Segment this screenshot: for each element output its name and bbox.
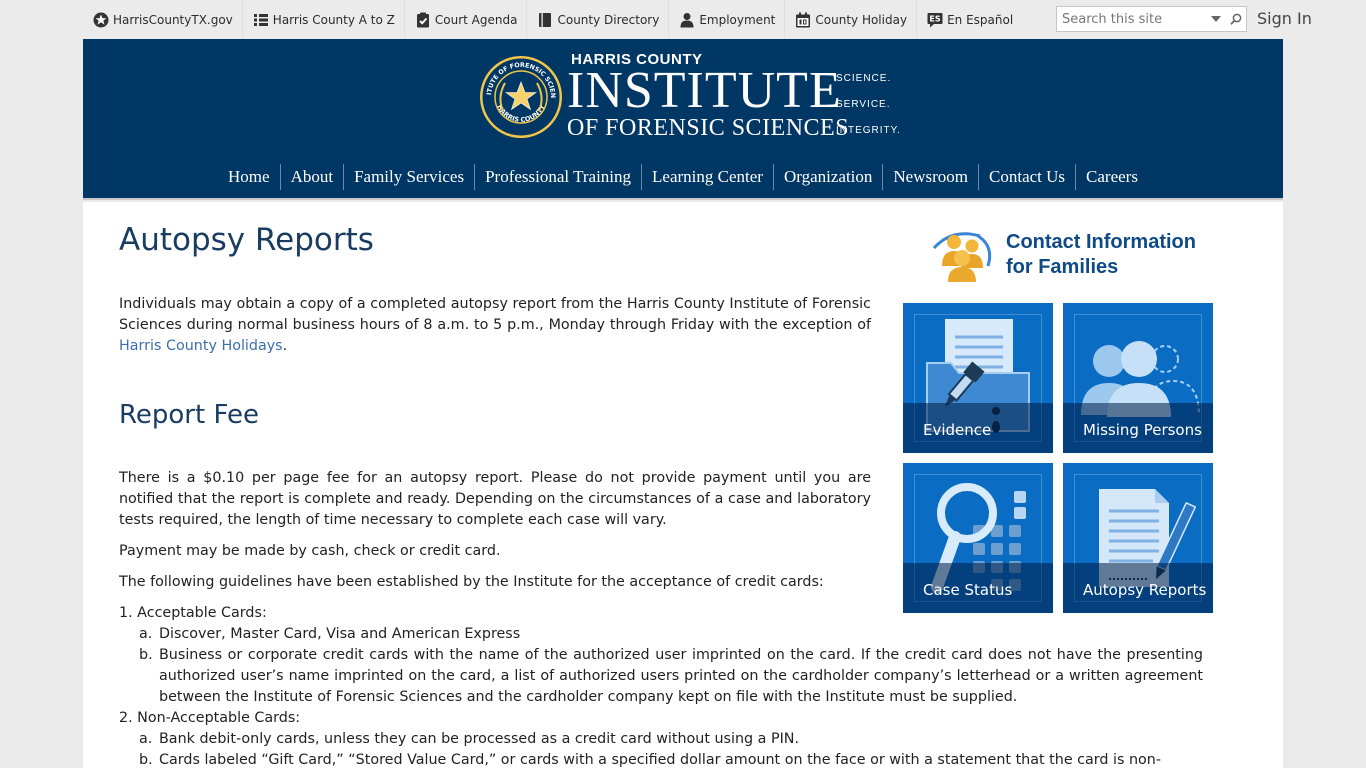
book-icon — [537, 12, 553, 28]
link-county-directory[interactable]: County Directory — [527, 0, 670, 39]
list-icon — [253, 12, 269, 28]
search-input[interactable] — [1057, 7, 1206, 31]
person-icon — [679, 12, 695, 28]
intro-text: Individuals may obtain a copy of a compl… — [119, 296, 871, 333]
site-header: INSTITUTE OF FORENSIC SCIENCES HARRIS CO… — [83, 39, 1283, 200]
guidelines-paragraph: The following guidelines have been estab… — [119, 574, 824, 590]
payment-paragraph: Payment may be made by cash, check or cr… — [119, 543, 501, 559]
nav-family-services[interactable]: Family Services — [343, 164, 474, 190]
brand-forensic-sciences: OF FORENSIC SCIENCES — [567, 115, 850, 141]
chevron-down-icon — [1211, 16, 1221, 22]
search-button[interactable] — [1226, 7, 1246, 31]
tile-autopsy-reports[interactable]: Autopsy Reports — [1063, 463, 1213, 613]
contact-title: Contact Information for Families — [1006, 230, 1196, 280]
link-label: Employment — [699, 12, 776, 27]
list-item: b. Business or corporate credit cards wi… — [119, 645, 1203, 708]
tagline-integrity: INTEGRITY. — [836, 125, 901, 136]
list-item: 2. Non-Acceptable Cards: — [119, 710, 301, 726]
link-en-espanol[interactable]: ES En Español — [917, 0, 1022, 39]
list-marker: b. — [139, 752, 153, 768]
intro-paragraph: Individuals may obtain a copy of a compl… — [119, 294, 871, 357]
link-county-holiday[interactable]: County Holiday — [785, 0, 918, 39]
list-item-text: Business or corporate credit cards with … — [159, 647, 1203, 705]
nav-newsroom[interactable]: Newsroom — [882, 164, 978, 190]
fee-paragraph: There is a $0.10 per page fee for an aut… — [119, 470, 871, 528]
svg-text:ES: ES — [929, 14, 940, 23]
list-item-text: Bank debit-only cards, unless they can b… — [159, 731, 800, 747]
page-content: Autopsy Reports Individuals may obtain a… — [83, 202, 1283, 768]
families-icon — [932, 232, 992, 282]
list-marker: a. — [139, 626, 153, 642]
nav-learning-center[interactable]: Learning Center — [641, 164, 773, 190]
tile-evidence[interactable]: Evidence — [903, 303, 1053, 453]
main-nav: Home About Family Services Professional … — [83, 164, 1283, 190]
page-title: Autopsy Reports — [119, 222, 374, 258]
link-employment[interactable]: Employment — [669, 0, 786, 39]
list-item: a. Discover, Master Card, Visa and Ameri… — [119, 624, 1203, 645]
intro-end: . — [282, 338, 288, 354]
tile-label: Case Status — [923, 581, 1013, 599]
tile-label: Evidence — [923, 421, 992, 439]
tagline-science: SCIENCE. — [836, 73, 892, 84]
star-badge-icon — [93, 12, 109, 28]
sign-in-link[interactable]: Sign In — [1257, 9, 1312, 28]
list-item-text: Cards labeled “Gift Card,” “Stored Value… — [159, 752, 1162, 768]
utility-bar: HarrisCountyTX.gov Harris County A to Z … — [83, 0, 1022, 39]
link-a-to-z[interactable]: Harris County A to Z — [243, 0, 405, 39]
tagline-service: SERVICE. — [836, 99, 891, 110]
tile-label-band: Evidence — [903, 403, 1053, 453]
tile-label: Autopsy Reports — [1083, 581, 1207, 599]
link-label: HarrisCountyTX.gov — [113, 12, 233, 27]
list-marker: b. — [139, 647, 153, 663]
tile-missing-persons[interactable]: Missing Persons — [1063, 303, 1213, 453]
tile-label: Missing Persons — [1083, 421, 1202, 439]
list-marker: a. — [139, 731, 153, 747]
link-label: En Español — [947, 12, 1014, 27]
search-scope-dropdown[interactable] — [1206, 7, 1226, 31]
harris-county-holidays-link[interactable]: Harris County Holidays — [119, 338, 283, 354]
tile-label-band: Missing Persons — [1063, 403, 1213, 453]
nav-organization[interactable]: Organization — [772, 164, 882, 190]
brand-institute: INSTITUTE — [567, 62, 842, 119]
tile-label-band: Case Status — [903, 563, 1053, 613]
list-item-text: Discover, Master Card, Visa and American… — [159, 626, 521, 642]
tile-case-status[interactable]: Case Status — [903, 463, 1053, 613]
calendar-icon — [795, 12, 811, 28]
nav-professional-training[interactable]: Professional Training — [474, 164, 641, 190]
clipboard-icon — [415, 12, 431, 28]
report-fee-heading: Report Fee — [119, 400, 259, 430]
tile-label-band: Autopsy Reports — [1063, 563, 1213, 613]
list-item: a. Bank debit-only cards, unless they ca… — [119, 729, 1203, 750]
nav-home[interactable]: Home — [218, 164, 280, 190]
search-icon — [1230, 13, 1242, 25]
link-label: County Holiday — [815, 12, 908, 27]
link-label: County Directory — [557, 12, 660, 27]
nav-about[interactable]: About — [279, 164, 344, 190]
contact-title-line1: Contact Information — [1006, 231, 1196, 253]
county-seal-logo[interactable]: INSTITUTE OF FORENSIC SCIENCES HARRIS CO… — [479, 55, 563, 139]
link-label: Court Agenda — [434, 12, 518, 27]
contact-info-families-link[interactable]: Contact Information for Families — [928, 226, 1218, 284]
site-search — [1056, 6, 1247, 32]
nav-careers[interactable]: Careers — [1075, 164, 1148, 190]
link-harriscountytx[interactable]: HarrisCountyTX.gov — [83, 0, 243, 39]
nav-contact-us[interactable]: Contact Us — [978, 164, 1075, 190]
link-label: Harris County A to Z — [272, 12, 395, 27]
contact-title-line2: for Families — [1006, 256, 1119, 278]
credit-card-guidelines-list: 1. Acceptable Cards: a. Discover, Master… — [119, 603, 1203, 768]
link-court-agenda[interactable]: Court Agenda — [405, 0, 528, 39]
list-item: b. Cards labeled “Gift Card,” “Stored Va… — [119, 750, 1203, 768]
es-icon: ES — [927, 12, 943, 28]
